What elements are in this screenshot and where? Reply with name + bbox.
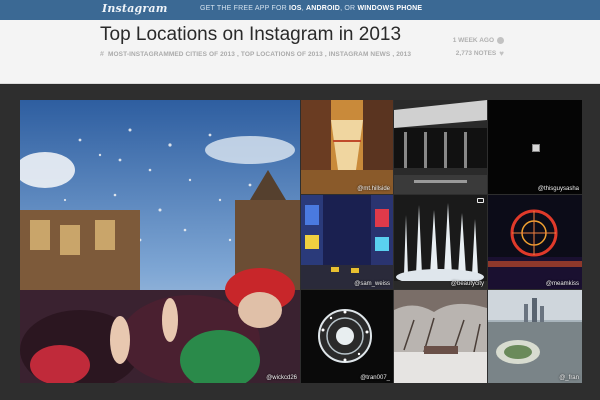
camera-icon xyxy=(477,198,484,203)
snowy-park-photo xyxy=(394,290,487,383)
post-title[interactable]: Top Locations on Instagram in 2013 xyxy=(100,24,401,46)
windows-phone-link[interactable]: WINDOWS PHONE xyxy=(357,5,422,12)
hash-icon: # xyxy=(100,51,104,58)
confetti-crowd-photo xyxy=(20,100,300,383)
photo-tile[interactable]: @thisguysasha xyxy=(488,100,582,194)
city-street-photo xyxy=(301,100,393,194)
post-age-row[interactable]: 1 WEEK AGO xyxy=(444,34,504,47)
photo-caption: @beautycity xyxy=(450,281,484,287)
photo-caption: @_fran xyxy=(559,375,579,381)
photo-caption: @sam_weiss xyxy=(354,281,390,287)
post-meta: 1 WEEK AGO 2,773 NOTES ♥ xyxy=(444,34,504,60)
tag-link[interactable]: INSTAGRAM NEWS xyxy=(329,51,391,58)
fountain-photo xyxy=(394,195,487,289)
photo-tile[interactable]: @tran007_ xyxy=(301,290,393,383)
photo-tile[interactable]: @meamkiss xyxy=(488,195,582,289)
times-square-photo xyxy=(301,195,393,289)
photo-grid: @wickcd26 @mt.hillside @thisguysasha @sa… xyxy=(20,100,582,383)
photo-caption: @thisguysasha xyxy=(537,186,579,192)
ferris-wheel-photo xyxy=(488,195,582,289)
post-notes: 2,773 NOTES xyxy=(455,50,497,57)
post-tags: # MOST-INSTAGRAMMED CITIES OF 2013, TOP … xyxy=(100,51,412,58)
post-notes-row[interactable]: 2,773 NOTES ♥ xyxy=(444,47,504,60)
photo-tile[interactable]: @_fran xyxy=(488,290,582,383)
city-aerial-photo xyxy=(488,290,582,383)
tag-link[interactable]: 2013 xyxy=(396,51,411,58)
instagram-logo[interactable]: Instagram xyxy=(102,2,168,15)
photo-caption: @wickcd26 xyxy=(266,375,297,381)
post-age: 1 WEEK AGO xyxy=(452,37,494,44)
photo-tile[interactable] xyxy=(394,100,487,194)
ios-link[interactable]: IOS xyxy=(289,5,302,12)
photo-tile[interactable]: @sam_weiss xyxy=(301,195,393,289)
architecture-bw-photo xyxy=(394,100,487,194)
promo-or: , OR xyxy=(340,5,356,12)
android-link[interactable]: ANDROID xyxy=(306,5,340,12)
top-bar: Instagram GET THE FREE APP FOR IOS, ANDR… xyxy=(0,0,600,20)
photo-tile[interactable]: @beautycity xyxy=(394,195,487,289)
app-promo: GET THE FREE APP FOR IOS, ANDROID, OR WI… xyxy=(200,5,422,12)
clock-icon xyxy=(497,37,504,44)
tag-link[interactable]: TOP LOCATIONS OF 2013 xyxy=(241,51,323,58)
tag-link[interactable]: MOST-INSTAGRAMMED CITIES OF 2013 xyxy=(108,51,235,58)
promo-comma: , xyxy=(301,5,304,12)
heart-icon: ♥ xyxy=(499,48,504,58)
photo-caption: @mt.hillside xyxy=(357,186,390,192)
photo-caption: @meamkiss xyxy=(545,281,579,287)
photo-tile-featured[interactable]: @wickcd26 xyxy=(20,100,300,383)
post-header: Top Locations on Instagram in 2013 # MOS… xyxy=(0,20,600,84)
promo-text: GET THE FREE APP FOR xyxy=(200,5,287,12)
broken-image-icon xyxy=(532,144,540,152)
light-sphere-photo xyxy=(301,290,393,383)
photo-tile[interactable]: @mt.hillside xyxy=(301,100,393,194)
photo-caption: @tran007_ xyxy=(360,375,390,381)
photo-tile[interactable] xyxy=(394,290,487,383)
